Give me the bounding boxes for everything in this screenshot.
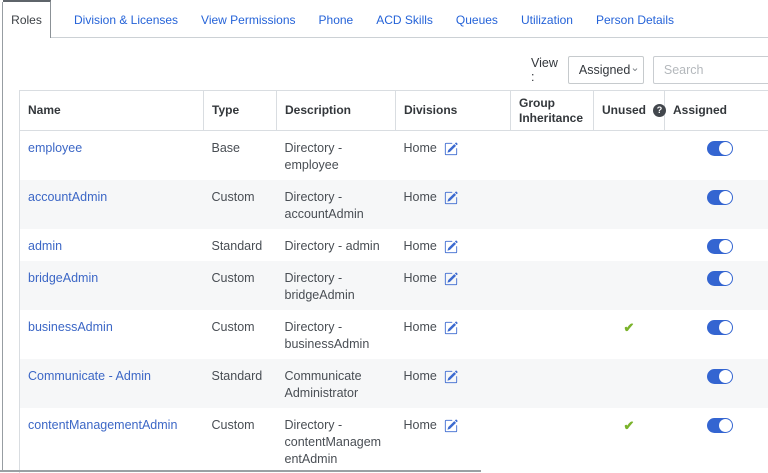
assigned-toggle[interactable] bbox=[707, 239, 733, 254]
edit-divisions-icon[interactable] bbox=[444, 191, 458, 205]
group-inheritance-cell bbox=[511, 408, 594, 473]
tab-roles[interactable]: Roles bbox=[3, 0, 51, 38]
help-icon[interactable]: ? bbox=[653, 104, 666, 117]
table-row: accountAdmin Custom Directory - accountA… bbox=[20, 180, 768, 229]
tab-acd-skills[interactable]: ACD Skills bbox=[376, 0, 433, 38]
tab-utilization[interactable]: Utilization bbox=[521, 0, 573, 38]
role-name-link[interactable]: bridgeAdmin bbox=[28, 271, 98, 285]
unused-cell bbox=[594, 229, 665, 261]
column-header-unused: Unused ? bbox=[594, 91, 665, 131]
role-description: Communicate Administrator bbox=[277, 359, 396, 408]
group-inheritance-cell bbox=[511, 359, 594, 408]
group-inheritance-cell bbox=[511, 261, 594, 310]
role-type: Base bbox=[204, 131, 277, 181]
role-name-link[interactable]: accountAdmin bbox=[28, 190, 107, 204]
division-name: Home bbox=[404, 368, 437, 385]
edit-divisions-icon[interactable] bbox=[444, 321, 458, 335]
division-name: Home bbox=[404, 189, 437, 206]
division-name: Home bbox=[404, 270, 437, 287]
tab-bar: Roles Division & Licenses View Permissio… bbox=[0, 0, 768, 38]
edit-divisions-icon[interactable] bbox=[444, 370, 458, 384]
view-select[interactable]: Assigned ⌄ bbox=[568, 56, 644, 84]
column-header-group-inheritance: Group Inheritance bbox=[511, 91, 594, 131]
tab-division-licenses[interactable]: Division & Licenses bbox=[74, 0, 178, 38]
edit-divisions-icon[interactable] bbox=[444, 142, 458, 156]
unused-cell bbox=[594, 261, 665, 310]
chevron-down-icon: ⌄ bbox=[630, 63, 639, 74]
role-type: Custom bbox=[204, 180, 277, 229]
assigned-toggle[interactable] bbox=[707, 190, 733, 205]
division-name: Home bbox=[404, 238, 437, 255]
role-name-link[interactable]: employee bbox=[28, 141, 82, 155]
unused-cell bbox=[594, 131, 665, 181]
column-header-description: Description bbox=[277, 91, 396, 131]
role-description: Directory - employee bbox=[277, 131, 396, 181]
role-description: Directory - admin bbox=[277, 229, 396, 261]
tab-phone[interactable]: Phone bbox=[319, 0, 354, 38]
table-row: admin Standard Directory - admin Home bbox=[20, 229, 768, 261]
column-header-divisions: Divisions bbox=[396, 91, 511, 131]
role-description: Directory - businessAdmin bbox=[277, 310, 396, 359]
role-name-link[interactable]: contentManagementAdmin bbox=[28, 418, 177, 432]
column-header-assigned: Assigned bbox=[665, 91, 768, 131]
assigned-toggle[interactable] bbox=[707, 141, 733, 156]
check-icon: ✔ bbox=[624, 320, 635, 335]
edit-divisions-icon[interactable] bbox=[444, 419, 458, 433]
table-row: bridgeAdmin Custom Directory - bridgeAdm… bbox=[20, 261, 768, 310]
assigned-toggle[interactable] bbox=[707, 271, 733, 286]
edit-divisions-icon[interactable] bbox=[444, 240, 458, 254]
role-description: Directory - contentManagementAdmin bbox=[277, 408, 396, 473]
unused-cell bbox=[594, 180, 665, 229]
table-row: Communicate - Admin Standard Communicate… bbox=[20, 359, 768, 408]
view-select-value: Assigned bbox=[579, 63, 630, 77]
role-name-link[interactable]: businessAdmin bbox=[28, 320, 113, 334]
column-header-name: Name bbox=[20, 91, 204, 131]
unused-cell: ✔ bbox=[594, 408, 665, 473]
edit-divisions-icon[interactable] bbox=[444, 272, 458, 286]
role-type: Standard bbox=[204, 229, 277, 261]
table-header-row: Name Type Description Divisions Group In… bbox=[20, 91, 768, 131]
assigned-toggle[interactable] bbox=[707, 369, 733, 384]
tab-queues[interactable]: Queues bbox=[456, 0, 498, 38]
search-input[interactable] bbox=[653, 56, 768, 84]
table-row: businessAdmin Custom Directory - busines… bbox=[20, 310, 768, 359]
group-inheritance-cell bbox=[511, 229, 594, 261]
check-icon: ✔ bbox=[624, 418, 635, 433]
role-name-link[interactable]: Communicate - Admin bbox=[28, 369, 151, 383]
group-inheritance-cell bbox=[511, 180, 594, 229]
view-label: View : bbox=[531, 56, 558, 84]
role-type: Custom bbox=[204, 261, 277, 310]
role-description: Directory - accountAdmin bbox=[277, 180, 396, 229]
table-row: employee Base Directory - employee Home bbox=[20, 131, 768, 181]
division-name: Home bbox=[404, 140, 437, 157]
unused-cell: ✔ bbox=[594, 310, 665, 359]
role-name-link[interactable]: admin bbox=[28, 239, 62, 253]
division-name: Home bbox=[404, 319, 437, 336]
role-type: Custom bbox=[204, 310, 277, 359]
role-description: Directory - bridgeAdmin bbox=[277, 261, 396, 310]
table-body: employee Base Directory - employee Home … bbox=[20, 131, 768, 473]
role-type: Custom bbox=[204, 408, 277, 473]
tab-view-permissions[interactable]: View Permissions bbox=[201, 0, 295, 38]
panel-bottom-border bbox=[0, 470, 481, 472]
roles-table-wrap: Name Type Description Divisions Group In… bbox=[19, 90, 768, 473]
tab-person-details[interactable]: Person Details bbox=[596, 0, 674, 38]
table-toolbar: View : Assigned ⌄ bbox=[531, 56, 768, 84]
roles-panel: Roles Division & Licenses View Permissio… bbox=[0, 0, 768, 473]
column-header-type: Type bbox=[204, 91, 277, 131]
role-type: Standard bbox=[204, 359, 277, 408]
roles-table: Name Type Description Divisions Group In… bbox=[19, 90, 768, 473]
group-inheritance-cell bbox=[511, 310, 594, 359]
table-row: contentManagementAdmin Custom Directory … bbox=[20, 408, 768, 473]
unused-cell bbox=[594, 359, 665, 408]
group-inheritance-cell bbox=[511, 131, 594, 181]
division-name: Home bbox=[404, 417, 437, 434]
assigned-toggle[interactable] bbox=[707, 418, 733, 433]
assigned-toggle[interactable] bbox=[707, 320, 733, 335]
